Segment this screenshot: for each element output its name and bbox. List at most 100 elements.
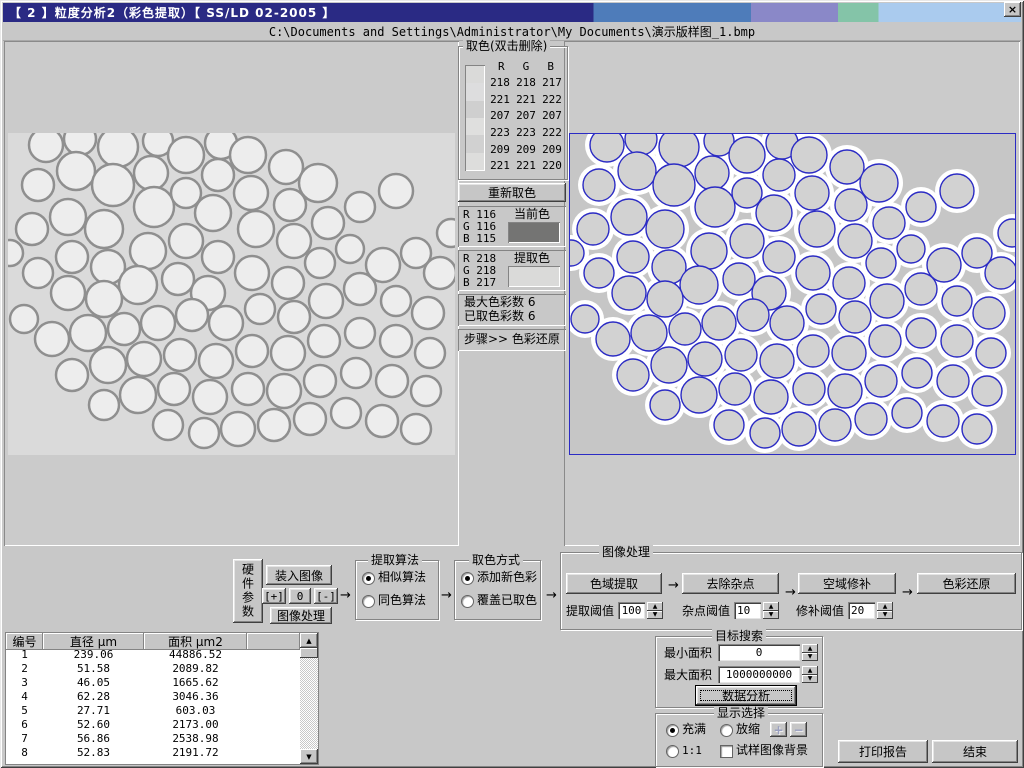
- title-bar[interactable]: 【 2 】粒度分析2（彩色提取）【 SS/LD 02-2005 】: [3, 3, 1021, 22]
- current-color-swatch: [508, 222, 560, 243]
- flow-arrow-icon: →: [546, 589, 557, 602]
- table-row[interactable]: 652.602173.00: [6, 718, 300, 732]
- table-row[interactable]: 251.582089.82: [6, 662, 300, 676]
- extract-b: B 217: [463, 276, 496, 289]
- spin-down-icon[interactable]: ▼: [802, 653, 818, 662]
- zoom-minus-button[interactable]: [-]: [314, 588, 338, 604]
- zoom-label[interactable]: 放缩: [736, 723, 760, 736]
- picked-color-values: 2182182172212212222072072072232232222092…: [487, 74, 565, 174]
- repair-threshold-spinner[interactable]: ▲▼: [877, 602, 893, 619]
- noise-threshold-label: 杂点阈值: [682, 605, 730, 618]
- picked-color-row[interactable]: 221221222: [487, 91, 565, 108]
- rgb-column-headers: RGB: [489, 60, 563, 73]
- results-table-body[interactable]: 1239.0644886.52251.582089.82346.051665.6…: [6, 648, 300, 764]
- sample-bg-label[interactable]: 试样图像背景: [736, 744, 808, 757]
- spin-down-icon[interactable]: ▼: [763, 611, 779, 620]
- fill-label[interactable]: 充满: [682, 723, 706, 736]
- extract-threshold-field[interactable]: 100: [618, 602, 645, 619]
- table-row[interactable]: 756.862538.98: [6, 732, 300, 746]
- picked-color-swatch[interactable]: [466, 83, 484, 100]
- spatial-repair-button[interactable]: 空域修补: [798, 573, 896, 594]
- picked-color-swatch[interactable]: [466, 66, 484, 83]
- spin-up-icon[interactable]: ▲: [877, 602, 893, 611]
- scroll-up-icon[interactable]: ▲: [300, 633, 318, 648]
- flow-arrow-icon: →: [785, 586, 796, 599]
- processed-outline-image[interactable]: [569, 133, 1016, 455]
- one-to-one-label[interactable]: 1:1: [682, 744, 702, 757]
- spin-down-icon[interactable]: ▼: [802, 675, 818, 684]
- table-scrollbar[interactable]: ▲ ▼: [300, 633, 318, 764]
- picked-color-row[interactable]: 221221220: [487, 157, 565, 174]
- radio-one-to-one[interactable]: [666, 745, 679, 758]
- image-process-button[interactable]: 图像处理: [270, 607, 332, 624]
- sample-bg-checkbox[interactable]: [720, 745, 733, 758]
- table-row[interactable]: 1239.0644886.52: [6, 648, 300, 662]
- noise-threshold-field[interactable]: 10: [734, 602, 761, 619]
- extract-threshold-spinner[interactable]: ▲▼: [647, 602, 663, 619]
- overwrite-color-label[interactable]: 覆盖已取色: [477, 594, 537, 607]
- print-report-button[interactable]: 打印报告: [838, 740, 928, 763]
- end-button[interactable]: 结束: [932, 740, 1018, 763]
- picked-color-row[interactable]: 223223222: [487, 124, 565, 141]
- picked-count-label: 已取色彩数 6: [464, 310, 535, 323]
- picked-color-swatch[interactable]: [466, 135, 484, 152]
- spin-up-icon[interactable]: ▲: [802, 666, 818, 675]
- file-path: C:\Documents and Settings\Administrator\…: [269, 23, 755, 40]
- zoom-level-button[interactable]: 0: [289, 588, 311, 604]
- color-restore-button[interactable]: 色彩还原: [917, 573, 1016, 594]
- scrollbar-thumb[interactable]: [300, 648, 318, 658]
- spin-down-icon[interactable]: ▼: [647, 611, 663, 620]
- spin-up-icon[interactable]: ▲: [763, 602, 779, 611]
- results-table-header: 编号直径 μm面积 μm2: [6, 633, 300, 648]
- zoom-plus-button[interactable]: [+]: [262, 588, 286, 604]
- max-area-spinner[interactable]: ▲▼: [802, 666, 818, 683]
- table-row[interactable]: 527.71603.03: [6, 704, 300, 718]
- spin-up-icon[interactable]: ▲: [802, 644, 818, 653]
- radio-similar-algorithm[interactable]: [362, 572, 375, 585]
- picked-color-strip[interactable]: [465, 65, 485, 171]
- picked-color-row[interactable]: 207207207: [487, 107, 565, 124]
- zoom-out-button[interactable]: −: [790, 722, 807, 737]
- picked-color-swatch[interactable]: [466, 153, 484, 170]
- noise-threshold-spinner[interactable]: ▲▼: [763, 602, 779, 619]
- source-image-panel[interactable]: [4, 41, 459, 546]
- same-color-algorithm-label[interactable]: 同色算法: [378, 594, 426, 607]
- scroll-down-icon[interactable]: ▼: [300, 749, 318, 764]
- display-select-group: 显示选择 充满 放缩 + − 1:1 试样图像背景: [655, 713, 823, 767]
- picked-color-row[interactable]: 209209209: [487, 141, 565, 158]
- picked-color-swatch[interactable]: [466, 118, 484, 135]
- similar-algorithm-label[interactable]: 相似算法: [378, 571, 426, 584]
- processed-image-panel[interactable]: [564, 41, 1020, 546]
- spin-up-icon[interactable]: ▲: [647, 602, 663, 611]
- repick-color-button[interactable]: 重新取色: [458, 183, 566, 202]
- radio-overwrite-color[interactable]: [461, 595, 474, 608]
- zoom-in-button[interactable]: +: [770, 722, 787, 737]
- picked-color-row[interactable]: 218218217: [487, 74, 565, 91]
- radio-zoom[interactable]: [720, 724, 733, 737]
- remove-noise-button[interactable]: 去除杂点: [682, 573, 779, 594]
- radio-add-new-color[interactable]: [461, 572, 474, 585]
- load-image-button[interactable]: 装入图像: [266, 565, 332, 585]
- min-area-spinner[interactable]: ▲▼: [802, 644, 818, 661]
- source-microscope-image[interactable]: [8, 133, 455, 455]
- picked-color-swatch[interactable]: [466, 101, 484, 118]
- table-row[interactable]: 852.832191.72: [6, 746, 300, 760]
- current-color-panel: R 116 G 116 B 115 当前色: [458, 206, 566, 247]
- data-analysis-button[interactable]: 数据分析: [696, 686, 796, 705]
- add-new-color-label[interactable]: 添加新色彩: [477, 571, 537, 584]
- extract-threshold-label: 提取阈值: [566, 605, 614, 618]
- radio-same-color-algorithm[interactable]: [362, 595, 375, 608]
- extract-color-panel: R 218 G 218 B 217 提取色: [458, 250, 566, 291]
- repair-threshold-field[interactable]: 20: [848, 602, 875, 619]
- table-row[interactable]: 346.051665.62: [6, 676, 300, 690]
- color-extract-button[interactable]: 色域提取: [566, 573, 662, 594]
- spin-down-icon[interactable]: ▼: [877, 611, 893, 620]
- max-area-field[interactable]: 1000000000: [718, 666, 800, 683]
- table-row[interactable]: 462.283046.36: [6, 690, 300, 704]
- close-icon[interactable]: ×: [1004, 2, 1021, 17]
- current-color-label: 当前色: [514, 208, 550, 221]
- radio-fill[interactable]: [666, 724, 679, 737]
- hardware-params-button[interactable]: 硬件参数: [233, 559, 263, 623]
- picked-colors-group: 取色(双击删除) RGB 218218217221221222207207207…: [458, 46, 568, 180]
- min-area-field[interactable]: 0: [718, 644, 800, 661]
